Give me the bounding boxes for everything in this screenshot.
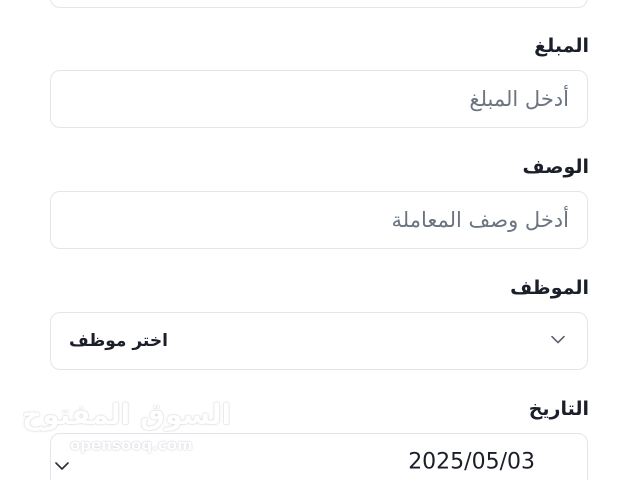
date-label: التاريخ bbox=[528, 398, 589, 420]
watermark-arabic-text: السوق المفتوح bbox=[22, 398, 232, 431]
description-input[interactable]: أدخل وصف المعاملة bbox=[50, 191, 588, 249]
description-label: الوصف bbox=[522, 156, 589, 178]
amount-input[interactable]: أدخل المبلغ bbox=[50, 70, 588, 128]
employee-select[interactable]: اختر موظف bbox=[50, 312, 588, 370]
date-value: 2025/05/03 bbox=[408, 449, 535, 475]
previous-field[interactable] bbox=[50, 0, 588, 8]
amount-placeholder: أدخل المبلغ bbox=[469, 87, 569, 111]
date-chevron-down-icon[interactable] bbox=[55, 456, 69, 475]
employee-label: الموظف bbox=[510, 277, 589, 299]
employee-selected-value: اختر موظف bbox=[69, 331, 168, 351]
description-placeholder: أدخل وصف المعاملة bbox=[391, 208, 570, 232]
chevron-down-icon bbox=[551, 330, 565, 349]
transaction-form-page: المبلغ أدخل المبلغ الوصف أدخل وصف المعام… bbox=[0, 0, 640, 480]
date-input[interactable]: 2025/05/03 bbox=[50, 433, 588, 480]
amount-label: المبلغ bbox=[534, 35, 589, 57]
